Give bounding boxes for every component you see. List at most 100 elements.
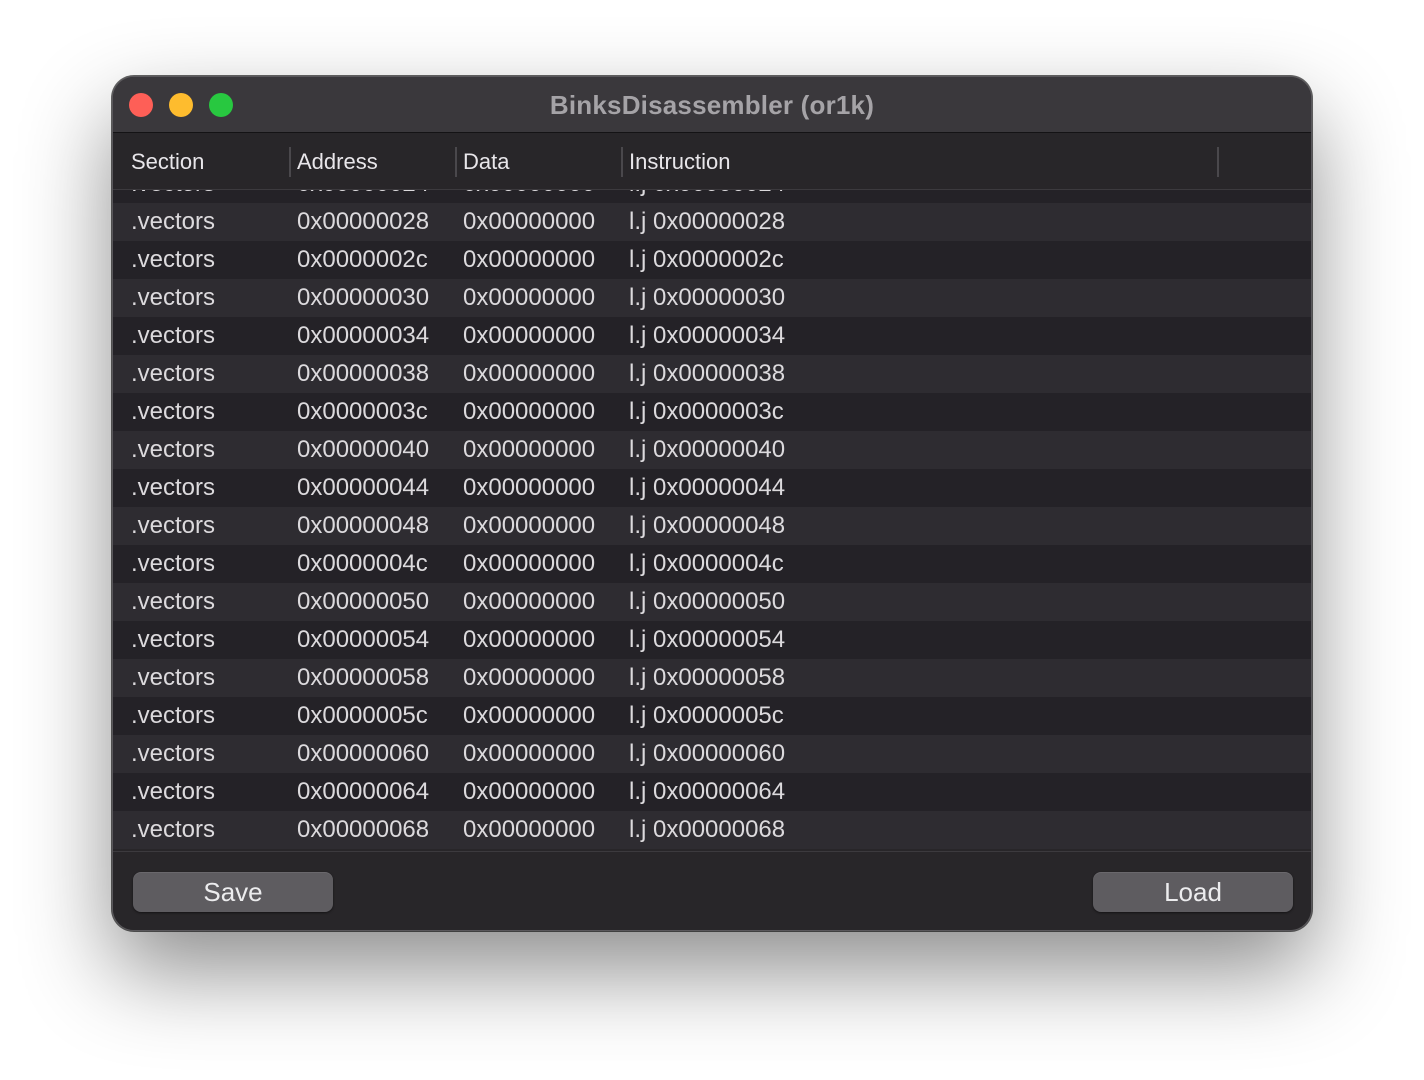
cell-data: 0x00000000 [463, 284, 596, 311]
save-button[interactable]: Save [133, 872, 333, 912]
load-button[interactable]: Load [1093, 872, 1293, 912]
cell-section: .vectors [131, 474, 216, 501]
cell-address: 0x00000058 [297, 664, 430, 691]
cell-section: .vectors [131, 588, 216, 615]
cell-address: 0x00000068 [297, 816, 430, 843]
cell-instruction: l.j 0x00000034 [629, 322, 786, 349]
cell-address: 0x0000002c [297, 246, 428, 273]
cell-section: .vectors [131, 740, 216, 767]
column-divider[interactable] [289, 147, 291, 177]
cell-address: 0x00000028 [297, 208, 430, 235]
table-row[interactable]: .vectors 0x00000044 0x00000000 l.j 0x000000… [113, 469, 1311, 507]
cell-instruction: l.j 0x00000068 [629, 816, 786, 843]
cell-instruction: l.j 0x0000003c [629, 398, 784, 425]
cell-data: 0x00000000 [463, 778, 596, 805]
cell-section: .vectors [131, 190, 215, 198]
cell-data: 0x00000000 [463, 512, 596, 539]
cell-address: 0x00000050 [297, 588, 430, 615]
cell-address: 0x00000024 [297, 190, 429, 198]
cell-data: 0x00000000 [463, 664, 596, 691]
cell-address: 0x00000044 [297, 474, 430, 501]
cell-instruction: l.j 0x00000040 [629, 436, 786, 463]
cell-section: .vectors [131, 512, 216, 539]
cell-data: 0x00000000 [463, 360, 596, 387]
cell-section: .vectors [131, 360, 216, 387]
cell-section: .vectors [131, 436, 216, 463]
column-header-address[interactable]: Address [297, 149, 378, 175]
table-row[interactable]: .vectors 0x0000003c 0x00000000 l.j 0x000000… [113, 393, 1311, 431]
cell-instruction: l.j 0x00000058 [629, 664, 786, 691]
cell-data: 0x00000000 [463, 550, 596, 577]
cell-address: 0x00000048 [297, 512, 430, 539]
cell-address: 0x00000034 [297, 322, 430, 349]
table-row[interactable]: .vectors 0x00000068 0x00000000 l.j 0x000000… [113, 811, 1311, 849]
table-row[interactable]: .vectors 0x00000054 0x00000000 l.j 0x000000… [113, 621, 1311, 659]
cell-section: .vectors [131, 778, 216, 805]
table-row[interactable]: .vectors 0x00000040 0x00000000 l.j 0x000000… [113, 431, 1311, 469]
cell-section: .vectors [131, 702, 216, 729]
cell-address: 0x00000064 [297, 778, 430, 805]
cell-data: 0x00000000 [463, 398, 596, 425]
cell-instruction: l.j 0x00000028 [629, 208, 786, 235]
column-divider[interactable] [621, 147, 623, 177]
cell-section: .vectors [131, 664, 216, 691]
table-row[interactable]: .vectors 0x00000038 0x00000000 l.j 0x000000… [113, 355, 1311, 393]
table-row[interactable]: .vectors 0x00000024 0x00000000 l.j 0x000000… [113, 190, 1311, 203]
cell-data: 0x00000000 [463, 208, 596, 235]
cell-section: .vectors [131, 322, 216, 349]
column-header-data[interactable]: Data [463, 149, 509, 175]
table-row[interactable]: .vectors 0x00000048 0x00000000 l.j 0x000000… [113, 507, 1311, 545]
cell-address: 0x00000038 [297, 360, 430, 387]
table-row[interactable]: .vectors 0x00000050 0x00000000 l.j 0x000000… [113, 583, 1311, 621]
cell-instruction: l.j 0x00000060 [629, 740, 786, 767]
cell-data: 0x00000000 [463, 474, 596, 501]
column-divider[interactable] [455, 147, 457, 177]
cell-data: 0x00000000 [463, 816, 596, 843]
disassembly-table[interactable]: .vectors 0x00000024 0x00000000 l.j 0x000000… [113, 190, 1311, 851]
cell-section: .vectors [131, 626, 216, 653]
table-row[interactable]: .vectors 0x00000030 0x00000000 l.j 0x000000… [113, 279, 1311, 317]
cell-section: .vectors [131, 816, 216, 843]
cell-instruction: l.j 0x0000004c [629, 550, 784, 577]
cell-data: 0x00000000 [463, 588, 596, 615]
cell-instruction: l.j 0x00000064 [629, 778, 786, 805]
cell-section: .vectors [131, 398, 216, 425]
table-body: .vectors 0x00000024 0x00000000 l.j 0x000000… [113, 190, 1311, 849]
window-title: BinksDisassembler (or1k) [549, 90, 875, 120]
cell-data: 0x00000000 [463, 626, 596, 653]
cell-data: 0x00000000 [463, 436, 596, 463]
table-row[interactable]: .vectors 0x00000028 0x00000000 l.j 0x000000… [113, 203, 1311, 241]
cell-data: 0x00000000 [463, 322, 596, 349]
cell-section: .vectors [131, 284, 216, 311]
table-row[interactable]: .vectors 0x0000004c 0x00000000 l.j 0x000000… [113, 545, 1311, 583]
table-row[interactable]: .vectors 0x00000034 0x00000000 l.j 0x000000… [113, 317, 1311, 355]
cell-address: 0x0000005c [297, 702, 428, 729]
cell-instruction: l.j 0x0000005c [629, 702, 784, 729]
title-bar[interactable]: BinksDisassembler (or1k) [113, 77, 1311, 133]
table-row[interactable]: .vectors 0x0000005c 0x00000000 l.j 0x000000… [113, 697, 1311, 735]
app-window: BinksDisassembler (or1k) Section Address… [112, 76, 1312, 931]
table-row[interactable]: .vectors 0x00000058 0x00000000 l.j 0x000000… [113, 659, 1311, 697]
table-row[interactable]: .vectors 0x0000002c 0x00000000 l.j 0x000000… [113, 241, 1311, 279]
cell-data: 0x00000000 [463, 190, 595, 198]
cell-data: 0x00000000 [463, 702, 596, 729]
column-divider[interactable] [1217, 147, 1219, 177]
table-header: Section Address Data Instruction [113, 133, 1311, 190]
cell-section: .vectors [131, 550, 216, 577]
column-header-section[interactable]: Section [131, 149, 204, 175]
cell-instruction: l.j 0x00000044 [629, 474, 786, 501]
cell-data: 0x00000000 [463, 246, 596, 273]
button-bar: Save Load [113, 851, 1311, 930]
cell-data: 0x00000000 [463, 740, 596, 767]
cell-section: .vectors [131, 208, 216, 235]
table-row[interactable]: .vectors 0x00000064 0x00000000 l.j 0x000000… [113, 773, 1311, 811]
cell-instruction: l.j 0x00000030 [629, 284, 786, 311]
table-row[interactable]: .vectors 0x00000060 0x00000000 l.j 0x000000… [113, 735, 1311, 773]
cell-address: 0x00000060 [297, 740, 430, 767]
cell-instruction: l.j 0x00000054 [629, 626, 786, 653]
cell-instruction: l.j 0x00000048 [629, 512, 786, 539]
cell-address: 0x0000003c [297, 398, 428, 425]
cell-instruction: l.j 0x00000038 [629, 360, 786, 387]
cell-section: .vectors [131, 246, 216, 273]
column-header-instruction[interactable]: Instruction [629, 149, 731, 175]
